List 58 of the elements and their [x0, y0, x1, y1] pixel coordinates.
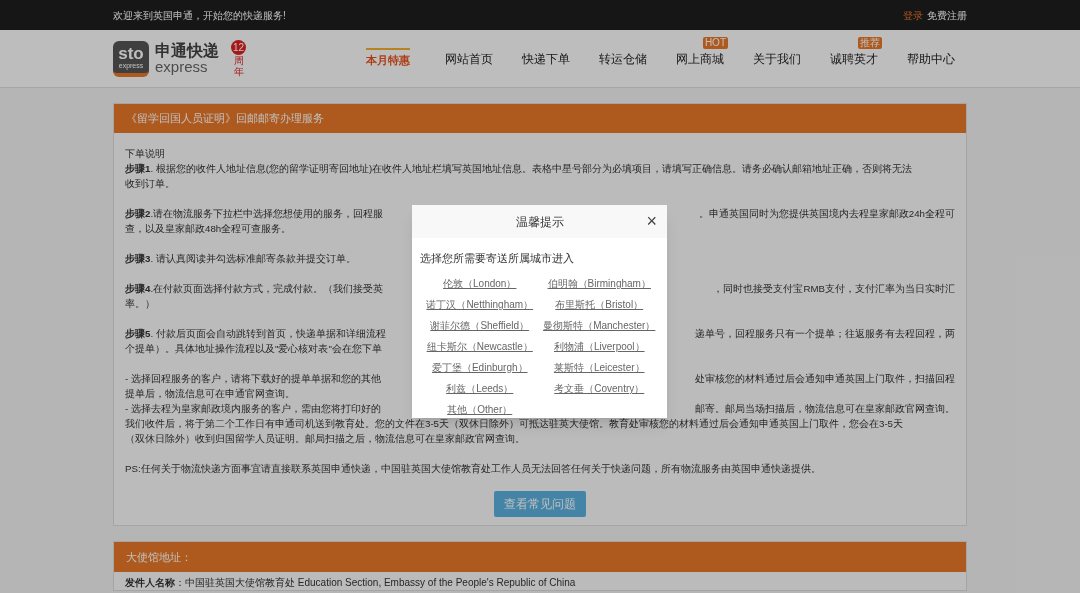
nav-link[interactable]: 快递下单: [521, 49, 570, 68]
city-link[interactable]: 谢菲尔德（Sheffield）: [430, 318, 530, 334]
register-link[interactable]: 免费注册: [927, 7, 967, 23]
logo-english: express: [155, 59, 209, 74]
promo-link[interactable]: 本月特惠: [366, 48, 410, 69]
city-link[interactable]: 诺丁汉（Netthingham）: [426, 297, 534, 313]
login-link[interactable]: 登录: [903, 7, 923, 23]
city-link[interactable]: 爱丁堡（Edinburgh）: [431, 360, 528, 376]
nav-link[interactable]: 帮助中心: [906, 49, 955, 68]
nav-badge: 推荐: [858, 36, 882, 49]
instruction-text: 步骤1. 根据您的收件人地址信息(您的留学证明寄回地址)在收件人地址栏填写英国地址信息。表格中星号部分为必填项目，请填写正确信息。请务必确认邮箱地址正确，否则将无法: [125, 162, 913, 176]
instruction-text: 步骤2.请在物流服务下拉栏中选择您想使用的服务，回程服: [125, 207, 384, 221]
anniversary-text: 年: [233, 67, 244, 77]
instruction-text: 邮寄。邮局当场扫描后，物流信息可在皇家邮政官网查询。: [695, 402, 955, 416]
instruction-text: 我们收件后，将于第二个工作日有申通司机送到教育处。您的文件在3-5天（双休日除外）可抵达驻英大使馆。教育处审核您的材料通过后会通知申通英国上门取件，您会在3-5天: [125, 417, 903, 431]
nav-link[interactable]: 转运仓储: [598, 49, 647, 68]
city-link[interactable]: 伯明翰（Birmingham）: [547, 276, 651, 292]
instruction-text: PS:任何关于物流快递方面事宜请直接联系英国申通快递，中国驻英国大使馆教育处工作人员无法回答任何关于快递问题，所有物流服务由英国申通快递提供。: [125, 462, 821, 476]
card-title: 大使馆地址：: [126, 549, 192, 565]
city-link[interactable]: 伦敦（London）: [443, 276, 517, 292]
nav-link[interactable]: 网上商城: [675, 49, 724, 68]
instruction-text: 提单后，物流信息可在申通官网查询。: [125, 387, 295, 401]
nav-link[interactable]: 诚聘英才: [829, 49, 878, 68]
anniversary-text: 周: [233, 56, 244, 66]
city-link[interactable]: 莱斯特（Leicester）: [553, 360, 645, 376]
city-link[interactable]: 曼彻斯特（Manchester）: [543, 318, 656, 334]
instruction-text: 个提单）。具体地址操作流程以及"爱心核对表"会在您下单: [125, 342, 382, 356]
city-link[interactable]: 利兹（Leeds）: [446, 381, 514, 397]
nav-link[interactable]: 关于我们: [752, 49, 801, 68]
nav-link[interactable]: 网站首页: [444, 49, 493, 68]
welcome-text: 欢迎来到英国申通，开始您的快递服务!: [113, 8, 286, 23]
city-link[interactable]: 考文垂（Coventry）: [554, 381, 645, 397]
dialog-title: 温馨提示: [515, 213, 564, 231]
instruction-text: 查，以及皇家邮政48h全程可查服务。: [125, 222, 292, 236]
instruction-text: - 选择去程为皇家邮政境内服务的客户，需由您将打印好的: [125, 402, 381, 416]
instruction-text: - 选择回程服务的客户，请将下载好的提单单据和您的其他: [125, 372, 381, 386]
logo-name: 申通快递: [155, 43, 219, 59]
instruction-text: 处审核您的材料通过后会通知申通英国上门取件，扫描回程: [695, 372, 955, 386]
nav-badge: HOT: [702, 36, 728, 49]
instruction-text: 步骤4.在付款页面选择付款方式，完成付款。（我们接受英: [125, 282, 384, 296]
instruction-text: ，同时也接受支付宝RMB支付，支付汇率为当日实时汇: [713, 282, 955, 296]
city-link[interactable]: 布里斯托（Bristol）: [555, 297, 644, 313]
city-link[interactable]: 纽卡斯尔（Newcastle）: [426, 339, 533, 355]
instruction-text: （双休日除外）收到归国留学人员证明。邮局扫描之后，物流信息可在皇家邮政官网查询。: [125, 432, 525, 446]
instruction-text: 。申通英国同时为您提供英国境内去程皇家邮政24h全程可: [698, 207, 955, 221]
instruction-text: 递单号，回程服务只有一个提单；往返服务有去程回程，两: [695, 327, 955, 341]
instruction-text: 下单说明: [125, 147, 165, 161]
address-text: 发件人名称：中国驻英国大使馆教育处 Education Section, Embassy of the People's Republic of China: [125, 577, 576, 588]
dialog-prompt: 选择您所需要寄送所属城市进入: [420, 252, 574, 264]
instruction-text: 率。）: [125, 297, 155, 311]
instruction-text: 步骤5. 付款后页面会自动跳转到首页，快递单据和详细流程: [125, 327, 386, 341]
close-button[interactable]: ×: [646, 211, 657, 231]
instruction-text: 步骤3. 请认真阅读并勾选标准邮寄条款并提交订单。: [125, 252, 356, 266]
city-link[interactable]: 其他（Other）: [447, 402, 513, 418]
anniversary-badge: 12: [231, 40, 246, 55]
card-title: 《留学回国人员证明》回邮邮寄办理服务: [126, 111, 324, 127]
city-link[interactable]: 利物浦（Liverpool）: [553, 339, 645, 355]
instruction-text: 收到订单。: [125, 177, 175, 191]
